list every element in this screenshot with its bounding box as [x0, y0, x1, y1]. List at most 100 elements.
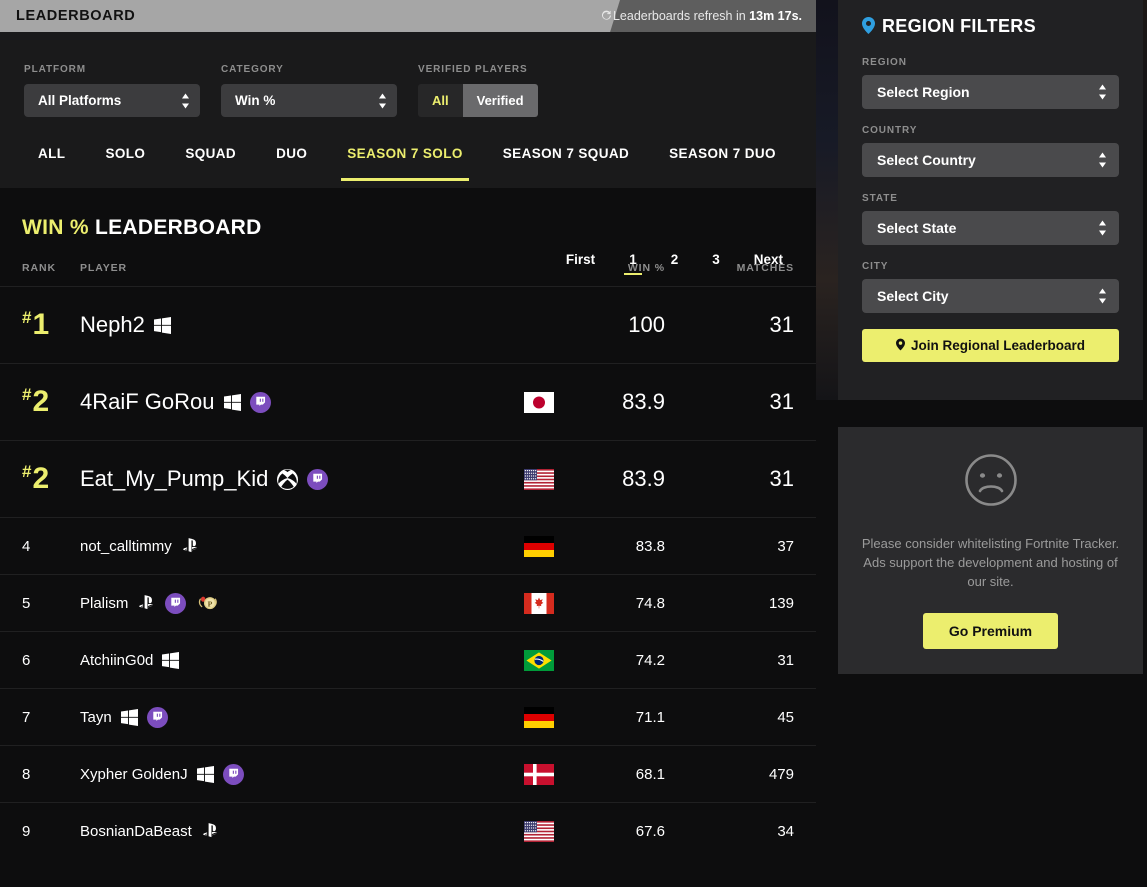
- city-field: CITY Select City: [862, 261, 1119, 313]
- state-field: STATE Select State: [862, 193, 1119, 245]
- row-matches: 31: [769, 466, 794, 491]
- row-flag: [524, 820, 554, 842]
- refresh-label: Leaderboards refresh in: [612, 9, 750, 23]
- windows-icon: [153, 316, 171, 334]
- tab-squad[interactable]: SQUAD: [165, 132, 256, 188]
- row-rank: 4: [22, 537, 31, 555]
- table-row[interactable]: #1 Neph2 100 31: [0, 286, 816, 363]
- row-player[interactable]: AtchiinG0d: [80, 651, 180, 669]
- country-label: COUNTRY: [862, 125, 918, 136]
- toggle-all-button[interactable]: All: [418, 84, 463, 117]
- refresh-icon: [601, 1, 612, 33]
- table-row[interactable]: 8 Xypher GoldenJ 68.1 479: [0, 745, 816, 802]
- category-label: CATEGORY: [221, 64, 284, 75]
- row-player[interactable]: Tayn: [80, 706, 168, 728]
- table-header: RANK PLAYER WIN % MATCHES: [0, 262, 816, 286]
- city-select[interactable]: Select City: [862, 279, 1119, 313]
- region-select[interactable]: Select Region: [862, 75, 1119, 109]
- row-matches: 45: [777, 708, 794, 726]
- windows-icon: [223, 393, 241, 411]
- twitch-badge-icon[interactable]: [222, 763, 244, 785]
- tab-duo[interactable]: DUO: [256, 132, 327, 188]
- table-row[interactable]: 4 not_calltimmy 83.8 37: [0, 517, 816, 574]
- row-player[interactable]: Plalism P: [80, 592, 219, 614]
- tab-solo[interactable]: SOLO: [85, 132, 165, 188]
- ad-message: Please consider whitelisting Fortnite Tr…: [861, 535, 1120, 589]
- player-name: Xypher GoldenJ: [80, 765, 188, 783]
- table-row[interactable]: 6 AtchiinG0d 74.2 31: [0, 631, 816, 688]
- toggle-verified-button[interactable]: Verified: [462, 84, 538, 117]
- go-premium-button[interactable]: Go Premium: [922, 612, 1059, 649]
- row-win-percent: 74.2: [635, 651, 665, 669]
- leaderboard-panel: LEADERBOARD Leaderboards refresh in 13m …: [0, 0, 816, 887]
- row-matches: 139: [768, 594, 794, 612]
- twitch-badge-icon[interactable]: [146, 706, 168, 728]
- board-title-rest: LEADERBOARD: [94, 216, 262, 239]
- column-matches: MATCHES: [736, 262, 794, 274]
- table-row[interactable]: #2 4RaiF GoRou 83.9 31: [0, 363, 816, 440]
- country-flag-icon: [524, 535, 554, 557]
- table-row[interactable]: 9 BosnianDaBeast 67.6 34: [0, 802, 816, 859]
- row-player[interactable]: not_calltimmy: [80, 538, 200, 555]
- row-player[interactable]: Xypher GoldenJ: [80, 763, 244, 785]
- state-value: Select State: [877, 220, 957, 236]
- row-player[interactable]: BosnianDaBeast: [80, 823, 220, 840]
- table-row[interactable]: 5 Plalism P 74.8 139: [0, 574, 816, 631]
- column-rank: RANK: [22, 262, 56, 274]
- country-flag-icon: [524, 592, 554, 614]
- row-matches: 479: [768, 765, 794, 783]
- location-pin-icon: [895, 338, 905, 354]
- player-name: not_calltimmy: [80, 537, 172, 555]
- row-rank: 7: [22, 708, 31, 726]
- twitch-badge-icon[interactable]: [249, 391, 271, 413]
- player-name: BosnianDaBeast: [80, 822, 192, 840]
- country-select[interactable]: Select Country: [862, 143, 1119, 177]
- country-flag-icon: [524, 820, 554, 842]
- state-select[interactable]: Select State: [862, 211, 1119, 245]
- ad-whitelist-card: Please consider whitelisting Fortnite Tr…: [838, 427, 1143, 674]
- tab-all[interactable]: ALL: [18, 132, 85, 188]
- chevron-updown-icon: [1098, 220, 1107, 236]
- twitch-badge-icon[interactable]: [307, 468, 329, 490]
- row-matches: 31: [777, 651, 794, 669]
- twitch-badge-icon[interactable]: [165, 592, 187, 614]
- row-matches: 37: [777, 537, 794, 555]
- region-field: REGION Select Region: [862, 57, 1119, 109]
- tab-season-7-solo[interactable]: SEASON 7 SOLO: [327, 132, 482, 188]
- tab-season-7-squad[interactable]: SEASON 7 SQUAD: [483, 132, 649, 188]
- row-matches: 31: [769, 312, 794, 337]
- join-button-label: Join Regional Leaderboard: [910, 338, 1086, 353]
- row-win-percent: 83.8: [635, 537, 665, 555]
- row-win-percent: 67.6: [635, 822, 665, 840]
- svg-text:P: P: [208, 599, 213, 608]
- row-rank: 6: [22, 651, 31, 669]
- verified-toggle: All Verified: [418, 84, 538, 117]
- row-rank: #2: [22, 385, 50, 418]
- row-player[interactable]: Neph2: [80, 312, 171, 338]
- region-filters-title-text: REGION FILTERS: [882, 16, 1036, 36]
- table-row[interactable]: #2 Eat_My_Pump_Kid 83.9 31: [0, 440, 816, 517]
- row-player[interactable]: 4RaiF GoRou: [80, 389, 271, 415]
- player-name: Eat_My_Pump_Kid: [80, 466, 269, 491]
- table-row[interactable]: 7 Tayn 71.1 45: [0, 688, 816, 745]
- verified-filter: VERIFIED PLAYERS All Verified: [418, 64, 538, 117]
- row-flag: [524, 315, 554, 336]
- windows-icon: [120, 708, 138, 726]
- row-win-percent: 74.8: [635, 594, 665, 612]
- country-flag-icon: [524, 468, 554, 490]
- row-rank: 5: [22, 594, 31, 612]
- join-regional-leaderboard-button[interactable]: Join Regional Leaderboard: [862, 329, 1119, 362]
- tab-season-7-duo[interactable]: SEASON 7 DUO: [649, 132, 796, 188]
- city-value: Select City: [877, 288, 949, 304]
- row-player[interactable]: Eat_My_Pump_Kid: [80, 466, 329, 492]
- verified-label: VERIFIED PLAYERS: [418, 64, 528, 75]
- platform-select[interactable]: All Platforms: [24, 84, 200, 117]
- region-label: REGION: [862, 57, 907, 68]
- premium-badge-icon[interactable]: P: [195, 593, 219, 614]
- row-flag: [524, 763, 554, 785]
- category-select[interactable]: Win %: [221, 84, 397, 117]
- row-matches: 31: [769, 389, 794, 414]
- row-flag: [524, 592, 554, 614]
- player-name: Neph2: [80, 312, 145, 337]
- refresh-timer: Leaderboards refresh in 13m 17s.: [601, 0, 802, 32]
